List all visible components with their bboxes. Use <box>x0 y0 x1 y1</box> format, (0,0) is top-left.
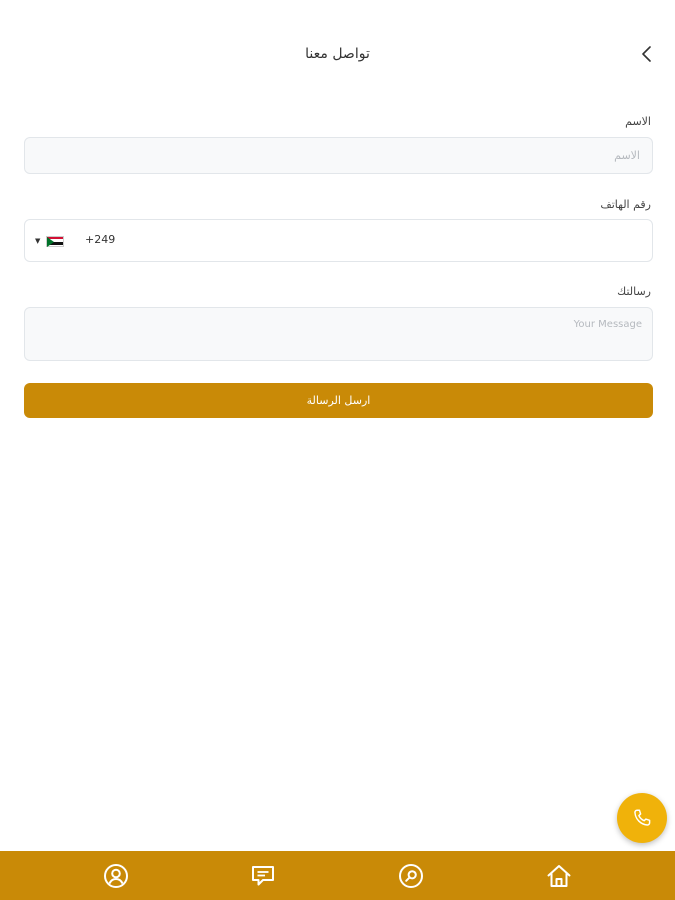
send-message-button[interactable]: ارسل الرسالة <box>24 383 653 418</box>
caret-down-icon: ▼ <box>35 237 41 245</box>
chevron-left-icon <box>642 46 651 62</box>
phone-field[interactable]: ▼ +249 <box>24 219 653 262</box>
name-input[interactable] <box>25 138 652 173</box>
call-fab-button[interactable] <box>617 793 667 843</box>
phone-icon <box>634 809 651 826</box>
name-field[interactable] <box>24 137 653 174</box>
dial-code: +249 <box>85 233 116 246</box>
message-textarea[interactable] <box>25 308 652 360</box>
bottom-navigation <box>0 851 675 900</box>
chat-icon <box>252 866 274 886</box>
app-header: تواصل معنا <box>0 40 675 72</box>
name-label: الاسم <box>625 115 651 128</box>
message-field[interactable] <box>24 307 653 361</box>
phone-number-input[interactable] <box>125 228 642 254</box>
nav-search[interactable] <box>398 863 424 889</box>
sudan-flag-icon <box>46 235 65 247</box>
search-icon <box>399 864 423 888</box>
user-profile-icon <box>104 864 128 888</box>
phone-label: رقم الهاتف <box>600 198 651 211</box>
country-code-select[interactable]: ▼ <box>35 232 65 250</box>
back-button[interactable] <box>635 42 659 66</box>
message-label: رسالتك <box>617 285 651 298</box>
nav-home[interactable] <box>546 863 572 889</box>
nav-profile[interactable] <box>103 863 129 889</box>
home-icon <box>547 865 571 887</box>
nav-chat[interactable] <box>250 863 276 889</box>
page-title: تواصل معنا <box>305 46 370 62</box>
